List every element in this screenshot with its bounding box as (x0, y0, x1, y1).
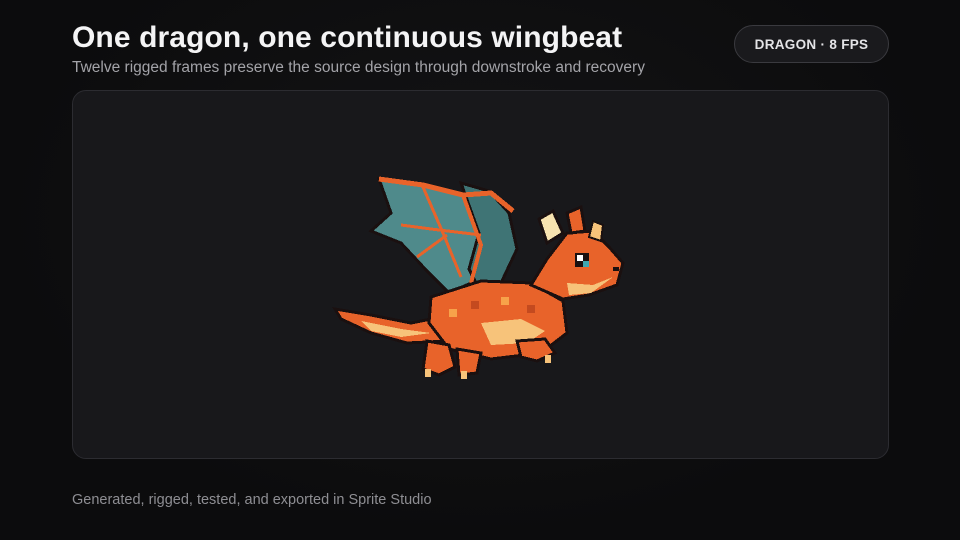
page-subtitle: Twelve rigged frames preserve the source… (72, 59, 645, 76)
page: One dragon, one continuous wingbeat Twel… (0, 0, 960, 540)
preview-stage (72, 90, 889, 459)
sprite-badge[interactable]: DRAGON · 8 FPS (734, 25, 889, 63)
sprite-badge-label: DRAGON · 8 FPS (754, 36, 869, 52)
footer-caption: Generated, rigged, tested, and exported … (72, 492, 432, 508)
page-title: One dragon, one continuous wingbeat (72, 21, 623, 54)
dragon-sprite-icon (332, 176, 625, 379)
